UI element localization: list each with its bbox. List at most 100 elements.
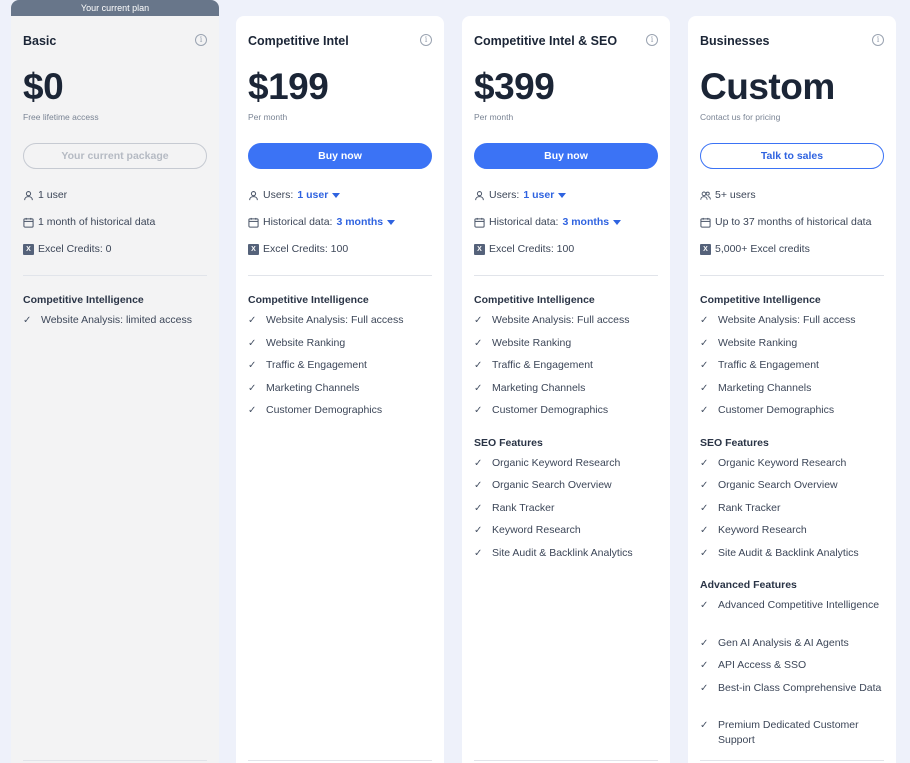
feature-item: ✓ Website Analysis: Full access <box>474 314 630 326</box>
users-row: Users: 1 user <box>474 189 658 201</box>
check-icon: ✓ <box>700 458 709 469</box>
feature-item: ✓ Website Analysis: limited access <box>23 314 192 326</box>
price-subtitle: Per month <box>248 112 288 122</box>
history-dropdown[interactable]: 3 months <box>562 216 622 228</box>
divider <box>248 275 432 276</box>
info-icon[interactable]: i <box>646 34 658 46</box>
excel-text: 5,000+ Excel credits <box>715 243 810 255</box>
check-icon: ✓ <box>474 405 483 416</box>
feature-item: ✓ Website Ranking <box>700 337 798 349</box>
check-icon: ✓ <box>474 480 483 491</box>
price-subtitle: Free lifetime access <box>23 112 99 122</box>
excel-text: Excel Credits: 0 <box>38 243 112 255</box>
feature-item: ✓ Rank Tracker <box>474 502 555 514</box>
feature-item: ✓ Rank Tracker <box>700 502 781 514</box>
plan-name: Competitive Intel <box>248 34 349 48</box>
info-icon[interactable]: i <box>872 34 884 46</box>
bottom-divider <box>700 760 884 761</box>
feature-item: ✓ Keyword Research <box>700 524 807 536</box>
excel-row: X Excel Credits: 100 <box>248 243 432 255</box>
check-icon: ✓ <box>700 638 709 649</box>
check-icon: ✓ <box>700 360 709 371</box>
feature-item: ✓ Organic Keyword Research <box>700 457 847 469</box>
plan-card-basic: Your current plan Basic i $0 Free lifeti… <box>11 0 219 763</box>
check-icon: ✓ <box>248 405 257 416</box>
check-icon: ✓ <box>474 383 483 394</box>
feature-item: ✓ Premium Dedicated Customer Support <box>700 719 859 746</box>
check-icon: ✓ <box>474 458 483 469</box>
user-icon <box>249 190 258 200</box>
excel-row: X 5,000+ Excel credits <box>700 243 884 255</box>
bottom-divider <box>248 760 432 761</box>
history-row: 1 month of historical data <box>23 216 207 228</box>
history-label: Historical data: <box>263 216 333 228</box>
users-row: 5+ users <box>700 189 884 201</box>
plan-price: $0 <box>23 66 64 107</box>
section-title-seo-features: SEO Features <box>700 437 769 449</box>
check-icon: ✓ <box>700 660 709 671</box>
feature-item: ✓ Website Ranking <box>474 337 572 349</box>
plan-card-competitive-intel-seo: Competitive Intel & SEO i $399 Per month… <box>462 16 670 763</box>
plan-price: Custom <box>700 66 835 107</box>
bottom-divider <box>474 760 658 761</box>
bottom-divider <box>23 760 207 761</box>
feature-item: ✓ Traffic & Engagement <box>474 359 593 371</box>
info-icon[interactable]: i <box>420 34 432 46</box>
price-subtitle: Contact us for pricing <box>700 112 781 122</box>
plan-name: Basic <box>23 34 57 48</box>
user-icon <box>475 190 484 200</box>
excel-row: X Excel Credits: 0 <box>23 243 207 255</box>
users-dropdown[interactable]: 1 user <box>523 189 567 201</box>
excel-icon: X <box>248 243 259 255</box>
plan-card-competitive-intel: Competitive Intel i $199 Per month Buy n… <box>236 16 444 763</box>
feature-item: ✓ API Access & SSO <box>700 659 807 671</box>
caret-down-icon <box>613 220 622 225</box>
history-text: Up to 37 months of historical data <box>715 216 872 228</box>
excel-text: Excel Credits: 100 <box>489 243 575 255</box>
calendar-icon <box>700 217 711 228</box>
feature-item: ✓ Organic Search Overview <box>700 479 838 491</box>
history-text: 1 month of historical data <box>38 216 156 228</box>
check-icon: ✓ <box>23 315 32 326</box>
users-text: 1 user <box>38 189 68 201</box>
excel-icon: X <box>474 243 485 255</box>
check-icon: ✓ <box>700 720 709 731</box>
divider <box>474 275 658 276</box>
buy-now-button[interactable]: Buy now <box>474 143 658 169</box>
section-title-seo-features: SEO Features <box>474 437 543 449</box>
check-icon: ✓ <box>700 548 709 559</box>
feature-item: ✓ Organic Search Overview <box>474 479 612 491</box>
users-label: Users: <box>489 189 520 201</box>
info-icon[interactable]: i <box>195 34 207 46</box>
feature-item: ✓ Marketing Channels <box>248 382 360 394</box>
talk-to-sales-button[interactable]: Talk to sales <box>700 143 884 169</box>
users-row: Users: 1 user <box>248 189 432 201</box>
caret-down-icon <box>558 193 567 198</box>
plan-name: Competitive Intel & SEO <box>474 34 618 48</box>
section-title-competitive-intelligence: Competitive Intelligence <box>248 294 369 306</box>
feature-item: ✓ Website Analysis: Full access <box>700 314 856 326</box>
current-package-button: Your current package <box>23 143 207 169</box>
plan-name: Businesses <box>700 34 770 48</box>
calendar-icon <box>23 217 34 228</box>
section-title-competitive-intelligence: Competitive Intelligence <box>23 294 144 306</box>
users-text: 5+ users <box>715 189 756 201</box>
users-dropdown[interactable]: 1 user <box>297 189 341 201</box>
plan-price: $199 <box>248 66 329 107</box>
buy-now-button[interactable]: Buy now <box>248 143 432 169</box>
history-dropdown[interactable]: 3 months <box>336 216 396 228</box>
check-icon: ✓ <box>700 338 709 349</box>
divider <box>700 275 884 276</box>
feature-item: ✓ Customer Demographics <box>248 404 383 416</box>
excel-icon: X <box>23 243 34 255</box>
check-icon: ✓ <box>248 360 257 371</box>
plan-card-businesses: Businesses i Custom Contact us for prici… <box>688 16 896 763</box>
price-subtitle: Per month <box>474 112 514 122</box>
feature-item: ✓ Customer Demographics <box>700 404 835 416</box>
check-icon: ✓ <box>474 360 483 371</box>
check-icon: ✓ <box>700 480 709 491</box>
feature-item: ✓ Website Ranking <box>248 337 346 349</box>
history-row: Historical data: 3 months <box>248 216 432 228</box>
check-icon: ✓ <box>700 600 709 611</box>
section-title-advanced-features: Advanced Features <box>700 579 797 591</box>
